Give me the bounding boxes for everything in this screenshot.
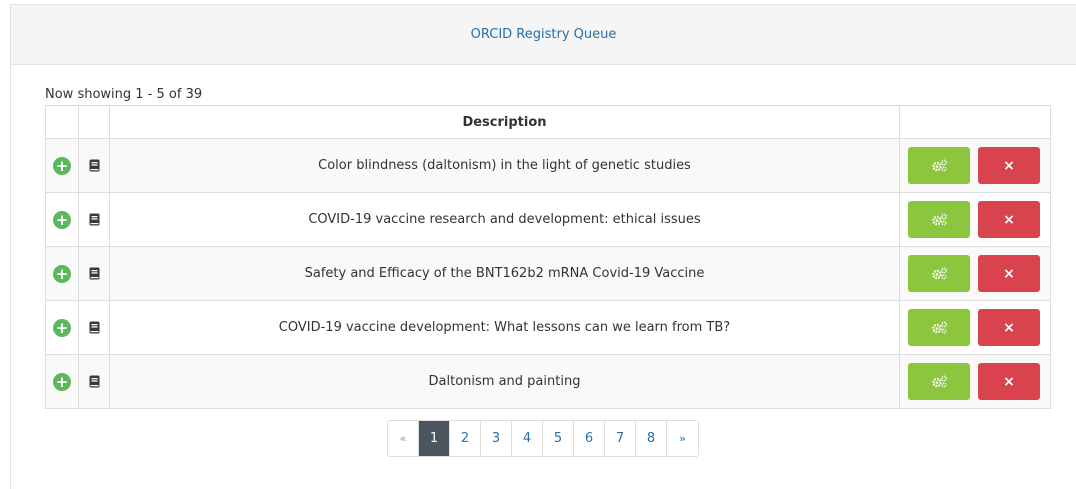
description-cell: Color blindness (daltonism) in the light… (109, 138, 900, 193)
type-cell (78, 354, 110, 409)
book-icon (89, 375, 99, 388)
actions-cell: × (899, 354, 1051, 409)
actions-group: × (900, 309, 1050, 346)
pagination-prev: « (388, 421, 419, 456)
actions-cell: × (899, 138, 1051, 193)
description-cell: COVID-19 vaccine research and developmen… (109, 192, 900, 247)
plus-circle-icon[interactable]: + (53, 210, 71, 229)
pagination-page-2[interactable]: 2 (450, 421, 481, 456)
pagination-page-8[interactable]: 8 (636, 421, 667, 456)
actions-group: × (900, 363, 1050, 400)
pagination-page-6[interactable]: 6 (574, 421, 605, 456)
actions-group: × (900, 147, 1050, 184)
gears-icon (931, 267, 947, 280)
gears-icon (931, 159, 947, 172)
table-row: + Color blindness (daltonism) in the lig… (45, 138, 1051, 193)
header-actions (899, 105, 1051, 139)
settings-button[interactable] (908, 363, 970, 400)
gears-icon (931, 213, 947, 226)
type-cell (78, 192, 110, 247)
description-text: Safety and Efficacy of the BNT162b2 mRNA… (304, 266, 705, 281)
expand-cell: + (45, 138, 79, 193)
pagination-next[interactable]: » (667, 421, 698, 456)
showing-count: Now showing 1 - 5 of 39 (45, 87, 203, 102)
book-icon (89, 321, 99, 334)
pagination: «1 2 3 4 5 6 7 8» (387, 420, 699, 457)
actions-group: × (900, 201, 1050, 238)
expand-cell: + (45, 300, 79, 355)
settings-button[interactable] (908, 309, 970, 346)
plus-circle-icon[interactable]: + (53, 264, 71, 283)
actions-cell: × (899, 246, 1051, 301)
delete-button[interactable]: × (978, 201, 1040, 238)
description-text: COVID-19 vaccine development: What lesso… (278, 320, 731, 335)
pagination-page-5[interactable]: 5 (543, 421, 574, 456)
book-icon (89, 267, 99, 280)
gears-icon (931, 375, 947, 388)
gears-icon (931, 321, 947, 334)
expand-cell: + (45, 192, 79, 247)
queue-table: Description + Color blindness (daltonism… (45, 105, 1051, 409)
book-icon (89, 213, 99, 226)
pagination-page-7[interactable]: 7 (605, 421, 636, 456)
description-cell: Daltonism and painting (109, 354, 900, 409)
actions-group: × (900, 255, 1050, 292)
pagination-page-1[interactable]: 1 (419, 421, 450, 456)
pagination-page-3[interactable]: 3 (481, 421, 512, 456)
delete-button[interactable]: × (978, 147, 1040, 184)
times-icon: × (1003, 211, 1015, 228)
times-icon: × (1003, 265, 1015, 282)
table-row: + Daltonism and painting × (45, 354, 1051, 409)
description-cell: COVID-19 vaccine development: What lesso… (109, 300, 900, 355)
actions-cell: × (899, 192, 1051, 247)
actions-cell: × (899, 300, 1051, 355)
plus-circle-icon[interactable]: + (53, 318, 71, 337)
settings-button[interactable] (908, 147, 970, 184)
delete-button[interactable]: × (978, 255, 1040, 292)
expand-cell: + (45, 246, 79, 301)
description-text: Daltonism and painting (428, 374, 581, 389)
header-expand (45, 105, 79, 139)
times-icon: × (1003, 157, 1015, 174)
panel-title-link[interactable]: ORCID Registry Queue (471, 27, 617, 42)
table-header-row: Description (45, 105, 1051, 139)
expand-cell: + (45, 354, 79, 409)
description-cell: Safety and Efficacy of the BNT162b2 mRNA… (109, 246, 900, 301)
book-icon (89, 159, 99, 172)
table-row: + Safety and Efficacy of the BNT162b2 mR… (45, 246, 1051, 301)
pagination-page-4[interactable]: 4 (512, 421, 543, 456)
delete-button[interactable]: × (978, 309, 1040, 346)
table-row: + COVID-19 vaccine research and developm… (45, 192, 1051, 247)
settings-button[interactable] (908, 201, 970, 238)
table-row: + COVID-19 vaccine development: What les… (45, 300, 1051, 355)
delete-button[interactable]: × (978, 363, 1040, 400)
description-text: COVID-19 vaccine research and developmen… (308, 212, 701, 227)
type-cell (78, 246, 110, 301)
plus-circle-icon[interactable]: + (53, 156, 71, 175)
header-type (78, 105, 110, 139)
settings-button[interactable] (908, 255, 970, 292)
type-cell (78, 300, 110, 355)
header-description: Description (109, 105, 900, 139)
type-cell (78, 138, 110, 193)
times-icon: × (1003, 319, 1015, 336)
plus-circle-icon[interactable]: + (53, 372, 71, 391)
times-icon: × (1003, 373, 1015, 390)
description-text: Color blindness (daltonism) in the light… (318, 158, 691, 173)
panel-heading: ORCID Registry Queue (11, 5, 1076, 65)
